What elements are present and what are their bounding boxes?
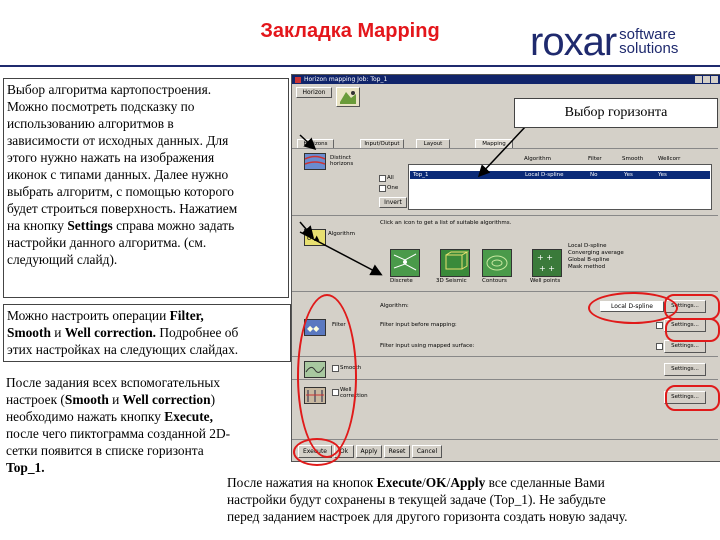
logo-wordmark: roxar: [530, 20, 617, 64]
well-settings-highlight: [665, 385, 720, 411]
well-points-label: Well points: [530, 278, 561, 284]
discrete-data-icon[interactable]: [390, 249, 420, 277]
intro-line-11: следующий слайд).: [7, 252, 118, 267]
invert-button[interactable]: Invert: [379, 197, 407, 208]
algorithm-divider: [292, 291, 718, 292]
all-checkbox[interactable]: [379, 175, 386, 182]
intro-line-4: зависимости от исходных данных. Для: [7, 133, 229, 148]
window-controls: [695, 76, 720, 83]
exec-line-5: сетки появится в списке горизонта: [6, 443, 204, 458]
ops-line-2: Smooth и Well correction. Подробнее об: [7, 325, 239, 340]
horizon-mapping-window: Horizon mapping Job: Top_1 Horizon Horiz…: [291, 74, 720, 462]
tab-layout[interactable]: Layout: [416, 139, 450, 148]
tab-input-output[interactable]: Input/Output: [360, 139, 404, 148]
tab-divider: [292, 148, 718, 149]
well-points-icon[interactable]: + + + +: [532, 249, 562, 277]
algorithm-list-1[interactable]: Converging average: [568, 250, 624, 256]
intro-line-9: на кнопку Settings справа можно задать: [7, 218, 235, 233]
algorithm-list-0[interactable]: Local D-spline: [568, 243, 607, 249]
section-divider: [292, 215, 718, 216]
reset-button[interactable]: Reset: [384, 445, 410, 458]
svg-text:o-▲: o-▲: [307, 234, 320, 242]
apply-line-3: перед заданием настроек для другого гори…: [227, 509, 628, 524]
operations-callout: Можно настроить операции Filter, Smooth …: [3, 304, 291, 362]
exec-line-2: настроек (Smooth и Well correction): [6, 392, 216, 407]
algorithm-list-2[interactable]: Global B-spline: [568, 257, 609, 263]
minimize-icon[interactable]: [695, 76, 702, 83]
exec-line-1: После задания всех вспомогательных: [6, 375, 221, 390]
contours-label: Contours: [482, 278, 507, 284]
filter-before-checkbox[interactable]: [656, 322, 663, 329]
col-smooth: Smooth: [622, 156, 644, 162]
one-checkbox-label: One: [387, 185, 399, 191]
window-title: Horizon mapping Job: Top_1: [304, 76, 388, 83]
maximize-icon[interactable]: [703, 76, 710, 83]
horizon-picker-icon[interactable]: [336, 87, 360, 107]
settings-highlight: [664, 294, 720, 320]
col-wellcorr: Wellcorr: [658, 156, 681, 162]
seismic-label: 3D Seismic: [436, 278, 467, 284]
row-algorithm: Local D-spline: [525, 172, 564, 178]
header-rule: [0, 65, 720, 67]
filter-before-label: Filter input before mapping:: [380, 322, 457, 328]
apply-button[interactable]: Apply: [356, 445, 382, 458]
algorithm-list-3[interactable]: Mask method: [568, 264, 605, 270]
table-row[interactable]: Top_1 Local D-spline No Yes Yes: [410, 171, 710, 179]
intro-line-3: использованию алгоритмов в: [7, 116, 174, 131]
horizon-button[interactable]: Horizon: [296, 87, 332, 98]
bottom-divider: [292, 439, 718, 440]
contours-icon[interactable]: [482, 249, 512, 277]
execute-callout: После задания всех вспомогательных настр…: [3, 372, 291, 488]
row-smooth: Yes: [624, 172, 633, 178]
intro-line-8: будет строиться поверхность. Нажатием: [7, 201, 238, 216]
slide-title: Закладка Mapping: [260, 20, 440, 42]
filter-using-label: Filter input using mapped surface:: [380, 343, 475, 349]
exec-line-4: после чего пиктограмма созданной 2D-: [6, 426, 231, 441]
ops-line-3: этих настройках на следующих слайдах.: [7, 342, 239, 357]
one-checkbox[interactable]: [379, 185, 386, 192]
tab-mapping[interactable]: Mapping: [475, 139, 513, 148]
execute-highlight: [293, 438, 341, 466]
distinct-horizons-icon[interactable]: [304, 153, 326, 170]
discrete-label: Discrete: [390, 278, 413, 284]
tab-horizons[interactable]: Horizons: [297, 139, 334, 148]
seismic-3d-icon[interactable]: [440, 249, 470, 277]
intro-line-5: этого нужно нажать на изображения: [7, 150, 215, 165]
intro-line-10: настройки данного алгоритма. (см.: [7, 235, 207, 250]
intro-line-1: Выбор алгоритма картопостроения.: [7, 82, 212, 97]
filter-settings-highlight: [665, 318, 720, 342]
col-filter: Filter: [588, 156, 602, 162]
algorithm-icon[interactable]: o-▲: [304, 229, 326, 246]
algorithm-field-label: Algorithm:: [380, 303, 409, 309]
cancel-button[interactable]: Cancel: [412, 445, 442, 458]
row-horizon: Top_1: [413, 172, 429, 178]
col-algorithm: Algorithm: [524, 156, 551, 162]
algorithm-callout: Выбор алгоритма картопостроения. Можно п…: [3, 78, 289, 298]
row-filter: No: [590, 172, 598, 178]
svg-text:+ +: + +: [537, 253, 553, 262]
hint-text: Click an icon to get a list of suitable …: [380, 220, 512, 226]
intro-line-2: Можно посмотреть подсказку по: [7, 99, 195, 114]
exec-line-3: необходимо нажать кнопку Execute,: [6, 409, 213, 424]
ops-line-1: Можно настроить операции Filter,: [7, 308, 204, 323]
horizon-pick-callout: Выбор горизонта: [514, 98, 718, 128]
apply-line-2: настройки будут сохранены в текущей зада…: [227, 492, 606, 507]
window-icon: [295, 76, 301, 83]
intro-line-7: выбрать алгоритм, с помощью которого: [7, 184, 235, 199]
logo-tagline: software solutions: [619, 26, 679, 57]
window-titlebar: Horizon mapping Job: Top_1: [292, 75, 720, 84]
algorithm-section-label: Algorithm: [328, 231, 355, 237]
svg-text:+ +: + +: [539, 264, 555, 273]
row-wellcorr: Yes: [658, 172, 667, 178]
smooth-settings-button[interactable]: Settings...: [664, 363, 706, 376]
distinct-horizons-label: Distinct horizons: [330, 155, 354, 167]
apply-line-1: После нажатия на кнопок Execute/OK/Apply…: [227, 475, 605, 490]
roxar-logo: roxar software solutions: [530, 22, 678, 62]
options-highlight: [297, 294, 357, 458]
filter-using-checkbox[interactable]: [656, 343, 663, 350]
all-checkbox-label: All: [387, 175, 394, 181]
intro-line-6: иконок с типами данных. Далее нужно: [7, 167, 229, 182]
apply-callout: После нажатия на кнопок Execute/OK/Apply…: [224, 472, 718, 534]
close-icon[interactable]: [711, 76, 718, 83]
